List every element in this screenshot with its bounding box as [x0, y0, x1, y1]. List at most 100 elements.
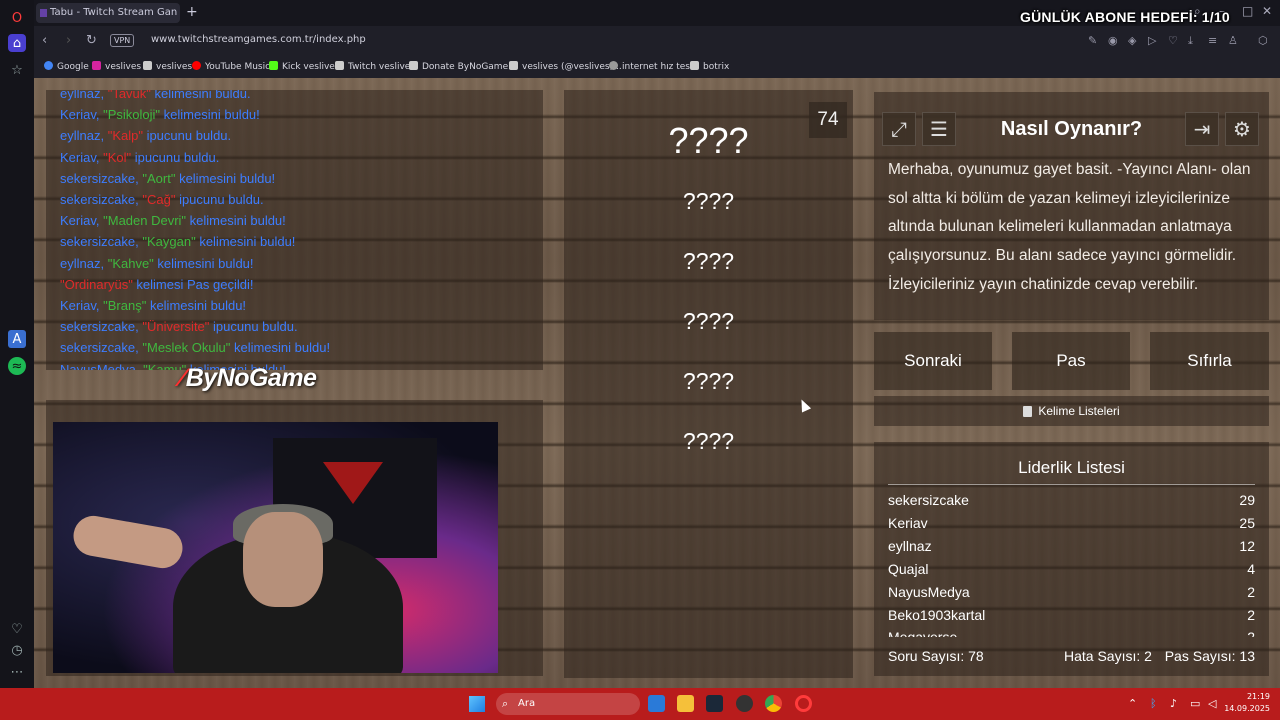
page-icon [509, 61, 518, 70]
close-icon[interactable]: ✕ [1262, 4, 1272, 18]
steam-icon[interactable] [706, 695, 723, 712]
maximize-icon[interactable]: □ [1242, 4, 1253, 18]
google-icon [44, 61, 53, 70]
github-icon[interactable] [736, 695, 753, 712]
speedometer-icon [609, 61, 618, 70]
bookmarks-bar: Google veslives veslives YouTube Music K… [34, 56, 1280, 78]
more-icon[interactable]: ⋯ [8, 663, 26, 681]
forward-icon[interactable]: › [66, 33, 71, 48]
new-tab-button[interactable]: + [186, 4, 198, 20]
chat-word: "Psikoloji" [103, 107, 161, 123]
tab-title: Tabu - Twitch Stream Gan [50, 7, 178, 18]
bookmark-twitch[interactable]: Twitch veslives [335, 61, 415, 72]
page-icon [143, 61, 152, 70]
tab-active[interactable]: Tabu - Twitch Stream Gan [36, 3, 180, 23]
chat-line: sekersizcake, "Kaygan" kelimesini buldu! [60, 231, 529, 252]
search-icon: ⌕ [502, 697, 509, 710]
pass-button[interactable]: Pas [1012, 332, 1130, 390]
chat-word: "Cağ" [142, 192, 176, 208]
bookmark-donate[interactable]: Donate ByNoGame... [409, 61, 517, 72]
photos-app-icon[interactable] [648, 695, 665, 712]
url-field[interactable]: www.twitchstreamgames.com.tr/index.php [151, 34, 366, 45]
word-lists-button[interactable]: Kelime Listeleri [874, 396, 1269, 426]
subscriber-goal-overlay: GÜNLÜK ABONE HEDEFİ: 1/10 [1020, 9, 1230, 25]
taboo-word: ???? [682, 188, 735, 214]
bookmark-veslives-social[interactable]: veslives (@veslives)... [509, 61, 622, 72]
bookmark-page[interactable]: veslives [143, 61, 192, 72]
profile-icon[interactable]: ♙ [1228, 34, 1238, 47]
chat-line: Keriav, "Branş" kelimesini buldu! [60, 295, 529, 316]
chat-message: ipucunu buldu. [131, 149, 220, 165]
bookmark-instagram[interactable]: veslives [92, 61, 141, 72]
aria-icon[interactable]: A [8, 330, 26, 348]
leaderboard-panel: Liderlik Listesi sekersizcake 29 Keriav 25… [874, 442, 1269, 676]
tray-chevron-icon[interactable]: ⌃ [1128, 697, 1137, 710]
chat-line: Keriav, "Psikoloji" kelimesini buldu! [60, 104, 529, 125]
chat-line: sekersizcake, "Üniversite" ipucunu buldu… [60, 316, 529, 337]
chat-word: "Ordinaryüs" [60, 276, 133, 292]
taboo-word: ???? [682, 248, 735, 274]
chat-line: sekersizcake, "Aort" kelimesini buldu! [60, 168, 529, 189]
windows-start-icon[interactable] [469, 696, 485, 712]
shield-icon[interactable]: ◈ [1128, 34, 1136, 47]
reset-button[interactable]: Sıfırla [1150, 332, 1269, 390]
next-button[interactable]: Sonraki [874, 332, 992, 390]
bookmark-speed-test[interactable]: internet hız testi [609, 61, 696, 72]
chat-message: kelimesi Pas geçildi! [132, 276, 254, 292]
heart-icon[interactable]: ♡ [8, 620, 26, 638]
chat-username: Keriav, [60, 213, 100, 229]
bookmark-google[interactable]: Google [44, 61, 89, 72]
instagram-icon [92, 61, 101, 70]
menu-icon[interactable]: ≡ [1208, 34, 1217, 47]
vpn-badge[interactable]: VPN [110, 34, 135, 47]
page-icon [335, 61, 344, 70]
page-icon [409, 61, 418, 70]
play-icon[interactable]: ▷ [1148, 34, 1156, 47]
chat-line: eyllnaz, "Kahve" kelimesini buldu! [60, 253, 529, 274]
chat-line: sekersizcake, "Meslek Okulu" kelimesini … [60, 337, 529, 358]
taboo-word: ???? [682, 428, 735, 454]
camera-icon[interactable]: ◉ [1108, 34, 1118, 47]
chat-message: kelimesini buldu! [186, 213, 286, 229]
book-icon [1023, 405, 1033, 417]
file-explorer-icon[interactable] [677, 695, 694, 712]
chat-username: Keriav, [60, 298, 100, 314]
home-icon[interactable]: ⌂ [8, 34, 26, 52]
leaderboard-row: Megaverse 2 [888, 629, 1255, 637]
chat-message: kelimesini buldu! [195, 234, 296, 250]
chat-word: "Branş" [103, 298, 147, 314]
error-count: Hata Sayısı: 2 [1064, 648, 1152, 664]
chrome-icon[interactable] [765, 695, 782, 712]
pass-count: Pas Sayısı: 13 [1164, 648, 1255, 664]
chat-word: "Tavuk" [107, 90, 151, 101]
network-icon[interactable]: ▭ [1190, 697, 1200, 710]
chat-message: kelimesini buldu! [153, 255, 254, 271]
chat-line: eyllnaz, "Kalp" ipucunu buldu. [60, 125, 529, 146]
edit-icon[interactable]: ✎ [1088, 34, 1097, 47]
taskbar-clock[interactable]: 21:19 14.09.2025 [1222, 691, 1270, 715]
download-icon[interactable]: ⤓ [1188, 34, 1193, 48]
star-icon[interactable]: ☆ [8, 61, 26, 79]
microphone-icon[interactable]: ♪ [1170, 697, 1177, 710]
chat-message: kelimesini buldu! [146, 298, 247, 314]
taskbar-search[interactable]: ⌕ Ara [496, 693, 640, 715]
bookmark-botrix[interactable]: botrix [690, 61, 729, 72]
opera-logo-icon[interactable]: O [8, 9, 26, 27]
heart-outline-icon[interactable]: ♡ [1168, 34, 1178, 47]
chat-username: Keriav, [60, 107, 100, 123]
chat-line: "Ordinaryüs" kelimesi Pas geçildi! [60, 274, 529, 295]
spotify-icon[interactable]: ≈ [8, 357, 26, 375]
reload-icon[interactable]: ↻ [86, 33, 97, 48]
volume-icon[interactable]: ◁ [1208, 697, 1216, 710]
chat-line: sekersizcake, "Cağ" ipucunu buldu. [60, 189, 529, 210]
opera-icon[interactable] [795, 695, 812, 712]
chat-username: eyllnaz, [60, 128, 105, 144]
chat-username: NayusMedya, [60, 361, 140, 370]
bluetooth-icon[interactable]: ᛒ [1150, 697, 1157, 710]
bookmark-youtube-music[interactable]: YouTube Music [192, 61, 270, 72]
back-icon[interactable]: ‹ [42, 33, 47, 48]
bookmark-kick[interactable]: Kick veslives [269, 61, 340, 72]
extension-icon[interactable]: ⬡ [1258, 34, 1268, 47]
history-icon[interactable]: ◷ [8, 641, 26, 659]
chat-username: sekersizcake, [60, 234, 139, 250]
